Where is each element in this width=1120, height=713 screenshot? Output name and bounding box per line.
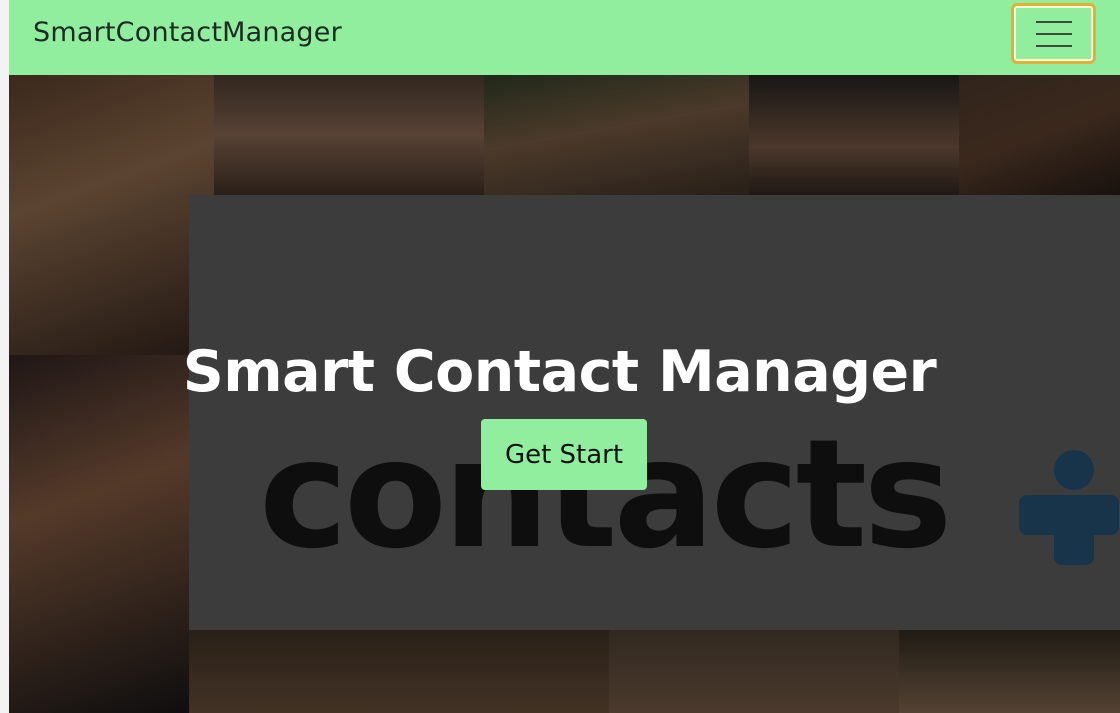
navbar-toggler-button[interactable] xyxy=(1011,3,1096,64)
hero-banner: contacts Smart Contact Manager Get Start xyxy=(9,75,1120,713)
page-gutter xyxy=(0,0,9,713)
navbar: SmartContactManager xyxy=(9,0,1120,75)
hero-title: Smart Contact Manager xyxy=(182,339,937,405)
brand-link[interactable]: SmartContactManager xyxy=(33,17,342,48)
get-start-button[interactable]: Get Start xyxy=(481,419,647,490)
